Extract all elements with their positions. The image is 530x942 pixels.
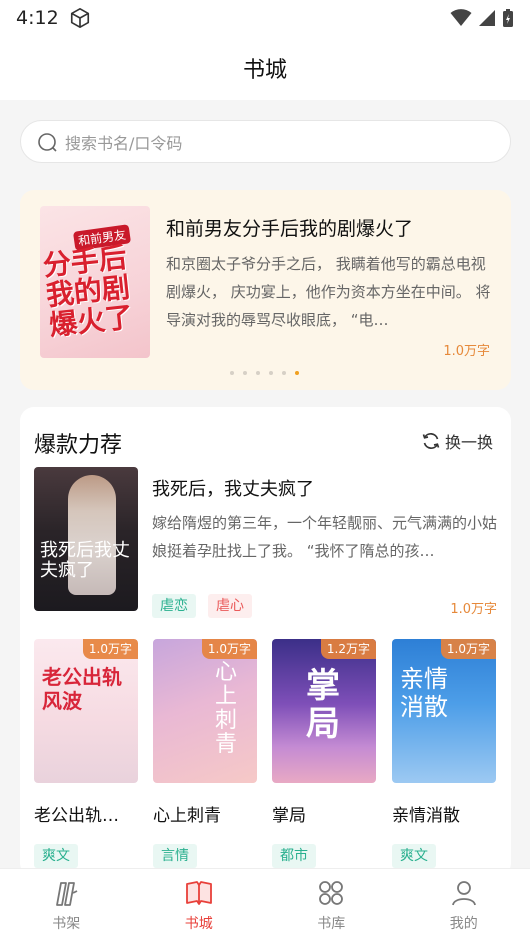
book-card[interactable]: 心上刺青 1.0万字 心上刺青 言情 <box>153 639 257 868</box>
status-time: 4:12 <box>16 7 59 29</box>
word-count-badge: 1.2万字 <box>320 639 376 659</box>
page-title: 书城 <box>242 58 287 83</box>
banner-word-count: 1.0万字 <box>443 344 490 359</box>
search-icon <box>38 132 57 152</box>
battery-icon <box>503 9 513 27</box>
refresh-icon <box>422 433 440 449</box>
banner-card[interactable]: 和前男友 分手后我的剧爆火了 和前男友分手后我的剧爆火了 和京圈太子爷分手之后，… <box>20 190 511 390</box>
book-cover[interactable]: 亲情消散 1.0万字 <box>392 639 496 783</box>
word-count-badge: 1.0万字 <box>82 639 138 659</box>
genre-tag[interactable]: 都市 <box>272 844 316 868</box>
tab-label: 书城 <box>184 916 213 932</box>
cover-title-art: 心上刺青 <box>215 660 238 757</box>
user-icon <box>451 881 476 906</box>
genre-tag[interactable]: 言情 <box>153 844 197 868</box>
cover-title-art: 亲情消散 <box>400 665 448 721</box>
featured-book-description: 嫁给隋煜的第三年，一个年轻靓丽、元气满满的小姑娘挺着孕肚找上了我。 “我怀了隋总… <box>152 514 498 560</box>
genre-tag[interactable]: 虐恋 <box>152 594 196 618</box>
carousel-dot[interactable] <box>269 371 273 375</box>
book-title[interactable]: 心上刺青 <box>153 801 257 826</box>
recommend-section: 爆款力荐 换一换 我死后我丈夫疯了 我死后，我丈夫疯了 嫁给隋煜的第三年，一个年… <box>20 407 511 877</box>
featured-book-cover[interactable]: 我死后我丈夫疯了 <box>34 467 138 611</box>
section-title: 爆款力荐 <box>34 433 123 458</box>
carousel-dot-active[interactable] <box>295 371 299 375</box>
grid-icon <box>319 881 344 905</box>
carousel-dot[interactable] <box>230 371 234 375</box>
tab-profile[interactable]: 我的 <box>398 869 530 942</box>
genre-tag[interactable]: 爽文 <box>392 844 436 868</box>
cover-title-art: 我死后我丈夫疯了 <box>40 540 130 581</box>
tab-label: 书库 <box>317 916 346 932</box>
app-header: 书城 <box>0 36 530 100</box>
word-count-badge: 1.0万字 <box>201 639 257 659</box>
carousel-dot[interactable] <box>243 371 247 375</box>
genre-tag[interactable]: 虐心 <box>208 594 252 618</box>
refresh-button[interactable]: 换一换 <box>421 429 493 453</box>
book-card[interactable]: 掌局 1.2万字 掌局 都市 <box>272 639 376 868</box>
search-area: 搜索书名/口令码 <box>0 100 530 178</box>
cover-title-art: 老公出轨风波 <box>42 665 122 713</box>
book-card[interactable]: 老公出轨风波 1.0万字 老公出轨… 爽文 <box>34 639 138 868</box>
word-count-badge: 1.0万字 <box>440 639 496 659</box>
cover-title-art: 掌局 <box>306 666 340 744</box>
genre-tag[interactable]: 爽文 <box>34 844 78 868</box>
search-input[interactable]: 搜索书名/口令码 <box>20 120 511 163</box>
tab-bookshelf[interactable]: 书架 <box>0 869 133 942</box>
book-cover[interactable]: 老公出轨风波 1.0万字 <box>34 639 138 783</box>
cover-title-art: 分手后我的剧爆火了 <box>41 240 135 342</box>
bookshelf-icon <box>56 882 78 906</box>
featured-book-title[interactable]: 我死后，我丈夫疯了 <box>152 475 314 501</box>
banner-book-cover[interactable]: 和前男友 分手后我的剧爆火了 <box>40 206 150 358</box>
banner-book-title[interactable]: 和前男友分手后我的剧爆火了 <box>166 214 413 241</box>
tab-label: 我的 <box>449 916 478 932</box>
carousel-dot[interactable] <box>256 371 260 375</box>
book-title[interactable]: 掌局 <box>272 801 376 826</box>
status-bar: 4:12 <box>0 0 530 36</box>
signal-icon <box>479 10 495 26</box>
tab-label: 书架 <box>52 916 81 932</box>
tab-bookstore[interactable]: 书城 <box>133 869 266 942</box>
book-card[interactable]: 亲情消散 1.0万字 亲情消散 爽文 <box>392 639 496 868</box>
refresh-label: 换一换 <box>444 433 493 452</box>
wifi-icon <box>450 9 472 26</box>
book-title[interactable]: 老公出轨… <box>34 801 138 826</box>
book-title[interactable]: 亲情消散 <box>392 801 496 826</box>
book-open-icon <box>185 881 212 905</box>
cube-icon <box>70 8 89 28</box>
banner-book-description: 和京圈太子爷分手之后， 我瞒着他写的霸总电视剧爆火， 庆功宴上，他作为资本方坐在… <box>166 255 491 329</box>
search-placeholder: 搜索书名/口令码 <box>65 133 183 153</box>
book-cover[interactable]: 掌局 1.2万字 <box>272 639 376 783</box>
featured-word-count: 1.0万字 <box>450 602 497 617</box>
book-cover[interactable]: 心上刺青 1.0万字 <box>153 639 257 783</box>
carousel-indicator <box>230 371 299 375</box>
bottom-tab-bar: 书架 书城 书库 我的 <box>0 868 530 942</box>
carousel-dot[interactable] <box>282 371 286 375</box>
tab-library[interactable]: 书库 <box>265 869 398 942</box>
